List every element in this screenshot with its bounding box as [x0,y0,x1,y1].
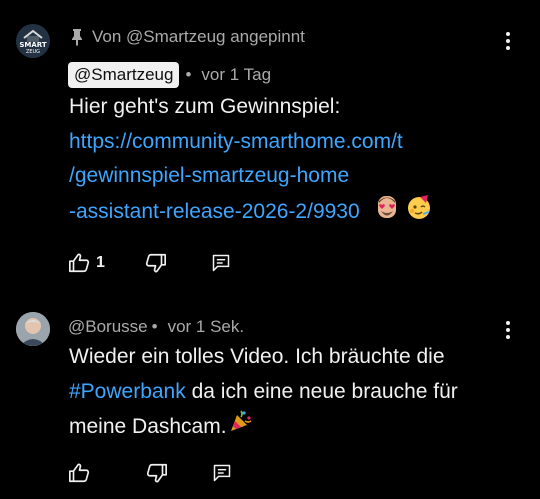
emoji-partying-face [406,194,432,232]
comment-actions [68,462,232,484]
svg-text:ZEUG: ZEUG [26,49,40,55]
author-name[interactable]: @Borusse [68,317,148,337]
comment-actions: 1 [68,252,231,274]
comment-header: @Borusse • vor 1 Sek. [68,317,244,337]
comment-text-line: #Powerbank da ich eine neue brauche für [69,375,529,410]
avatar[interactable] [16,312,50,346]
dislike-button[interactable] [146,462,168,484]
reply-button[interactable] [211,253,231,273]
more-actions-button[interactable] [498,29,518,53]
comment-time[interactable]: vor 1 Tag [201,65,271,85]
comment-link-line[interactable]: -assistant-release-2026-2/9930 [69,195,360,230]
author-name-chip[interactable]: @Smartzeug [68,62,180,88]
comment-body: Wieder ein tolles Video. Ich bräuchte di… [69,340,529,445]
separator-dot: • [151,317,158,336]
comment-text-line: Hier geht's zum Gewinnspiel: [69,95,341,118]
pinned-text: Von @Smartzeug angepinnt [92,27,305,46]
emoji-heart-eyes-face [374,194,400,232]
comment-link-line[interactable]: https://community-smarthome.com/t [69,125,529,160]
like-button[interactable]: 1 [68,252,105,274]
emoji-party-popper [229,409,253,445]
comment-header: @Smartzeug • vor 1 Tag [68,62,271,88]
pinned-label: Von @Smartzeug angepinnt [70,27,305,47]
reply-icon [212,254,230,272]
smartzeug-logo: SMART ZEUG [16,24,50,58]
like-button[interactable] [68,462,90,484]
thumb-down-icon [146,463,167,483]
pin-icon [72,29,82,46]
avatar[interactable]: SMART ZEUG [16,24,50,58]
dislike-button[interactable] [145,252,167,274]
like-count: 1 [96,254,105,271]
comment-link-row: -assistant-release-2026-2/9930 [69,194,529,232]
thumb-up-icon [69,253,90,273]
thumb-down-icon [145,253,166,273]
comment-text-line: meine Dashcam. [69,414,227,438]
comment-thread: @Borusse • vor 1 Sek. Wieder ein tolles … [0,290,540,499]
comment-body: Hier geht's zum Gewinnspiel: https://com… [69,90,529,231]
reply-icon [213,464,231,482]
comment-thread-pinned: SMART ZEUG Von @Smartzeug angepinnt @Sma… [0,0,540,290]
reply-button[interactable] [212,463,232,483]
comment-time[interactable]: vor 1 Sek. [168,317,245,337]
comment-link-line[interactable]: /gewinnspiel-smartzeug-home [69,159,529,194]
svg-text:SMART: SMART [19,41,47,49]
comment-text-fragment: da ich eine neue brauche für [185,379,458,403]
separator-dot: • [185,65,192,84]
comment-text-line: Wieder ein tolles Video. Ich bräuchte di… [69,345,445,368]
more-actions-button[interactable] [498,318,518,342]
user-photo [16,312,50,346]
thumb-up-icon [69,463,90,483]
hashtag-link[interactable]: #Powerbank [69,380,186,403]
comment-text-row: meine Dashcam. [69,409,529,445]
